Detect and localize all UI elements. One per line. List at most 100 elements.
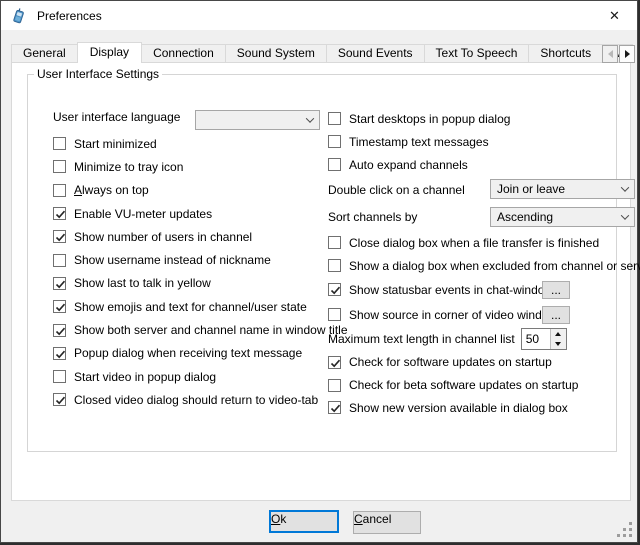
checkbox-label: Auto expand channels bbox=[349, 158, 468, 172]
checkbox-row[interactable]: Show source in corner of video window ..… bbox=[328, 302, 633, 327]
tab-text-to-speech[interactable]: Text To Speech bbox=[424, 44, 530, 63]
window-title: Preferences bbox=[37, 9, 102, 23]
checkbox[interactable] bbox=[53, 393, 66, 406]
language-select[interactable] bbox=[195, 110, 320, 130]
ellipsis-button[interactable]: ... bbox=[542, 281, 570, 299]
tab-general[interactable]: General bbox=[11, 44, 78, 63]
checkbox-row[interactable]: Show last to talk in yellow bbox=[53, 272, 333, 295]
user-interface-settings-group: User Interface Settings User interface l… bbox=[27, 74, 617, 452]
left-options-column: Start minimized Minimize to tray icon Al… bbox=[53, 132, 333, 412]
checkbox[interactable] bbox=[53, 347, 66, 360]
checkbox[interactable] bbox=[53, 160, 66, 173]
close-button[interactable]: ✕ bbox=[592, 1, 637, 30]
checkbox-row[interactable]: Show a dialog box when excluded from cha… bbox=[328, 254, 633, 277]
checkbox-row[interactable]: Show both server and channel name in win… bbox=[53, 318, 333, 341]
checkbox-label: Start video in popup dialog bbox=[74, 370, 216, 384]
checkbox-label: Show emojis and text for channel/user st… bbox=[74, 300, 307, 314]
checkbox-row[interactable]: Auto expand channels bbox=[328, 153, 633, 176]
checkbox-row[interactable]: Minimize to tray icon bbox=[53, 155, 333, 178]
checkmark-icon bbox=[54, 231, 67, 244]
sort-channels-select[interactable]: Ascending bbox=[490, 207, 635, 227]
checkbox[interactable] bbox=[328, 401, 341, 414]
max-text-length-spinner[interactable]: 50 bbox=[521, 328, 567, 350]
checkbox-label: Minimize to tray icon bbox=[74, 160, 183, 174]
checkbox-row[interactable]: Show statusbar events in chat-window ... bbox=[328, 277, 633, 302]
checkbox-label: Closed video dialog should return to vid… bbox=[74, 393, 318, 407]
checkbox-label: Show both server and channel name in win… bbox=[74, 323, 348, 337]
spin-down-button[interactable] bbox=[551, 339, 566, 349]
ellipsis-button[interactable]: ... bbox=[542, 306, 570, 324]
checkbox-row[interactable]: Enable VU-meter updates bbox=[53, 202, 333, 225]
tab-bar: GeneralDisplayConnectionSound SystemSoun… bbox=[11, 42, 633, 63]
resize-grip[interactable] bbox=[617, 522, 633, 538]
checkbox-row[interactable]: Check for beta software updates on start… bbox=[328, 374, 633, 397]
checkbox[interactable] bbox=[328, 308, 341, 321]
sort-channels-value: Ascending bbox=[497, 210, 553, 224]
checkbox[interactable] bbox=[53, 370, 66, 383]
tab-connection[interactable]: Connection bbox=[141, 44, 226, 63]
checkbox[interactable] bbox=[53, 207, 66, 220]
language-label: User interface language bbox=[53, 110, 180, 124]
display-tab-page: User Interface Settings User interface l… bbox=[11, 62, 631, 501]
ok-button[interactable]: Ok bbox=[269, 510, 339, 533]
checkbox[interactable] bbox=[53, 324, 66, 337]
tab-display[interactable]: Display bbox=[77, 42, 142, 63]
checkmark-icon bbox=[54, 325, 67, 338]
max-text-length-row: Maximum text length in channel list 50 bbox=[328, 327, 633, 351]
checkmark-icon bbox=[54, 301, 67, 314]
checkbox[interactable] bbox=[328, 112, 341, 125]
checkbox-row[interactable]: Closed video dialog should return to vid… bbox=[53, 388, 333, 411]
checkbox-label: Show a dialog box when excluded from cha… bbox=[349, 259, 640, 273]
app-icon bbox=[11, 8, 27, 24]
checkbox-row[interactable]: Start minimized bbox=[53, 132, 333, 155]
checkbox-row[interactable]: Start desktops in popup dialog bbox=[328, 107, 633, 130]
tab-sound-events[interactable]: Sound Events bbox=[326, 44, 425, 63]
spin-up-button[interactable] bbox=[551, 329, 566, 339]
checkbox-label: Show username instead of nickname bbox=[74, 253, 271, 267]
tab-shortcuts[interactable]: Shortcuts bbox=[528, 44, 603, 63]
checkbox[interactable] bbox=[53, 254, 66, 267]
checkbox[interactable] bbox=[53, 230, 66, 243]
checkmark-icon bbox=[54, 348, 67, 361]
checkbox[interactable] bbox=[328, 158, 341, 171]
chevron-down-icon bbox=[306, 114, 314, 122]
checkmark-icon bbox=[54, 394, 67, 407]
double-click-row: Double click on a channel Join or leave bbox=[328, 176, 633, 204]
checkbox-label: Always on top bbox=[74, 183, 149, 197]
checkbox-row[interactable]: Show number of users in channel bbox=[53, 225, 333, 248]
double-click-select[interactable]: Join or leave bbox=[490, 179, 635, 199]
checkbox-label: Timestamp text messages bbox=[349, 135, 489, 149]
checkbox[interactable] bbox=[53, 184, 66, 197]
checkbox[interactable] bbox=[328, 283, 341, 296]
checkbox-row[interactable]: Show new version available in dialog box bbox=[328, 396, 633, 419]
checkmark-icon bbox=[329, 402, 342, 415]
checkbox-label: Check for beta software updates on start… bbox=[349, 378, 578, 392]
checkbox-label: Show last to talk in yellow bbox=[74, 276, 211, 290]
checkbox[interactable] bbox=[328, 379, 341, 392]
tab-scroll-right-button[interactable] bbox=[619, 45, 635, 63]
checkbox[interactable] bbox=[53, 137, 66, 150]
checkbox[interactable] bbox=[53, 300, 66, 313]
checkbox-row[interactable]: Check for software updates on startup bbox=[328, 351, 633, 374]
checkbox[interactable] bbox=[328, 259, 341, 272]
checkbox-row[interactable]: Timestamp text messages bbox=[328, 130, 633, 153]
checkbox-row[interactable]: Show username instead of nickname bbox=[53, 248, 333, 271]
tab-scroll bbox=[601, 45, 635, 63]
tab-scroll-left-button[interactable] bbox=[602, 45, 618, 63]
chevron-down-icon bbox=[621, 211, 629, 219]
checkbox-row[interactable]: Popup dialog when receiving text message bbox=[53, 342, 333, 365]
checkbox-row[interactable]: Start video in popup dialog bbox=[53, 365, 333, 388]
tab-sound-system[interactable]: Sound System bbox=[225, 44, 327, 63]
cancel-button[interactable]: Cancel bbox=[353, 511, 421, 534]
checkmark-icon bbox=[329, 357, 342, 370]
checkbox-row[interactable]: Close dialog box when a file transfer is… bbox=[328, 231, 633, 254]
right-options-top: Start desktops in popup dialog Timestamp… bbox=[328, 107, 633, 176]
checkbox-row[interactable]: Always on top bbox=[53, 179, 333, 202]
checkbox[interactable] bbox=[328, 356, 341, 369]
checkbox-row[interactable]: Show emojis and text for channel/user st… bbox=[53, 295, 333, 318]
checkmark-icon bbox=[54, 208, 67, 221]
checkbox[interactable] bbox=[328, 135, 341, 148]
checkbox[interactable] bbox=[53, 277, 66, 290]
checkbox[interactable] bbox=[328, 236, 341, 249]
checkbox-label: Check for software updates on startup bbox=[349, 355, 552, 369]
